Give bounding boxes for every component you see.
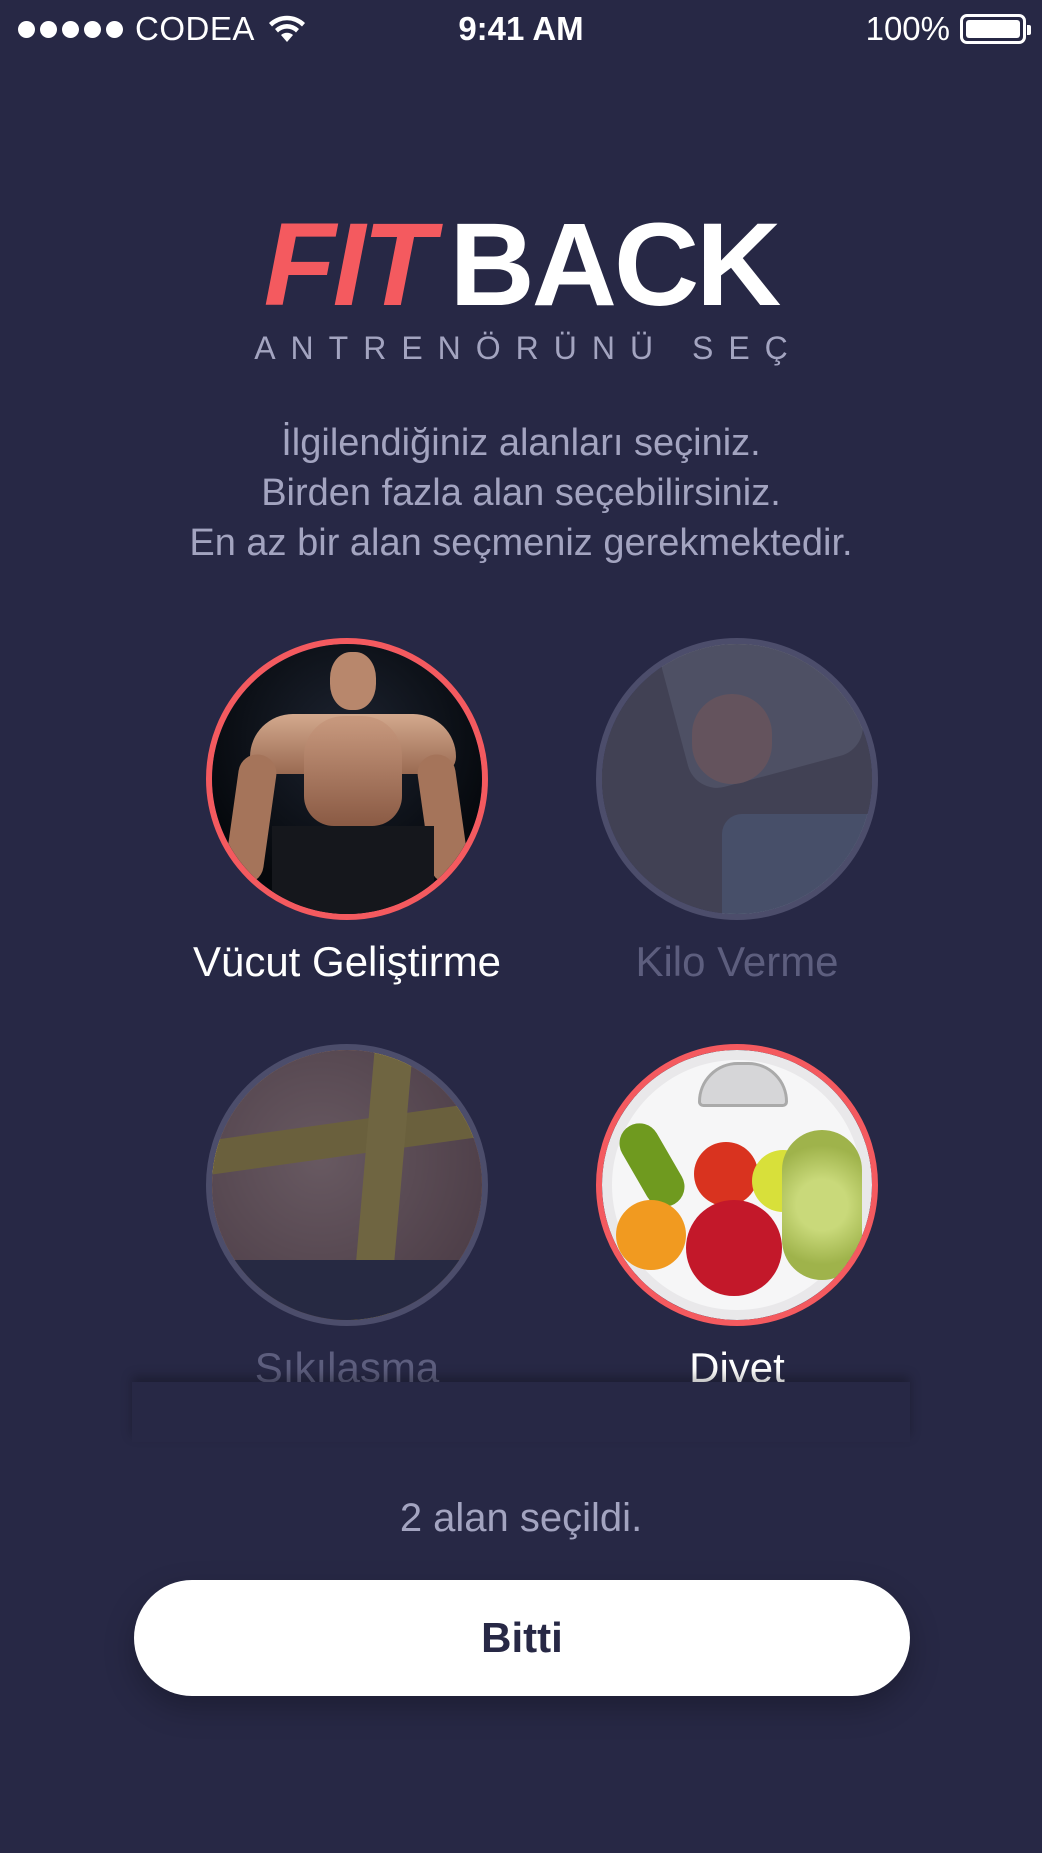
category-diet[interactable]: Diyet bbox=[547, 1044, 927, 1392]
category-toning[interactable]: Sıkılaşma bbox=[157, 1044, 537, 1392]
logo-fit-text: FIT bbox=[263, 199, 435, 331]
done-button[interactable]: Bitti bbox=[134, 1580, 910, 1696]
category-image-toning[interactable] bbox=[206, 1044, 488, 1326]
bodybuilder-photo bbox=[212, 644, 482, 914]
instruction-line: En az bir alan seçmeniz gerekmektedir. bbox=[189, 522, 853, 564]
category-weight-loss[interactable]: Kilo Verme bbox=[547, 638, 927, 986]
instructions: İlgilendiğiniz alanları seçiniz. Birden … bbox=[0, 418, 1042, 568]
category-image-bodybuilding[interactable] bbox=[206, 638, 488, 920]
category-label: Kilo Verme bbox=[635, 938, 839, 985]
app-logo: FIT BACK bbox=[0, 206, 1042, 324]
battery-icon bbox=[960, 14, 1031, 44]
selection-count: 2 alan seçildi. bbox=[399, 1496, 643, 1540]
battery-percentage: 100% bbox=[865, 10, 950, 47]
status-bar: CODEA 9:41 AM 100% bbox=[0, 0, 1042, 58]
category-label: Vücut Geliştirme bbox=[192, 938, 502, 985]
status-right: 100% bbox=[865, 10, 1031, 48]
category-bodybuilding[interactable]: Vücut Geliştirme bbox=[157, 638, 537, 986]
category-image-weight-loss[interactable] bbox=[596, 638, 878, 920]
page-subtitle: ANTRENÖRÜNÜ SEÇ bbox=[254, 330, 803, 366]
instruction-line: Birden fazla alan seçebilirsiniz. bbox=[261, 472, 781, 514]
fruits-photo bbox=[602, 1050, 872, 1320]
category-image-diet[interactable] bbox=[596, 1044, 878, 1326]
scroll-fade-divider bbox=[132, 1382, 910, 1442]
logo-back-text: BACK bbox=[449, 199, 782, 331]
instruction-line: İlgilendiğiniz alanları seçiniz. bbox=[281, 422, 761, 464]
